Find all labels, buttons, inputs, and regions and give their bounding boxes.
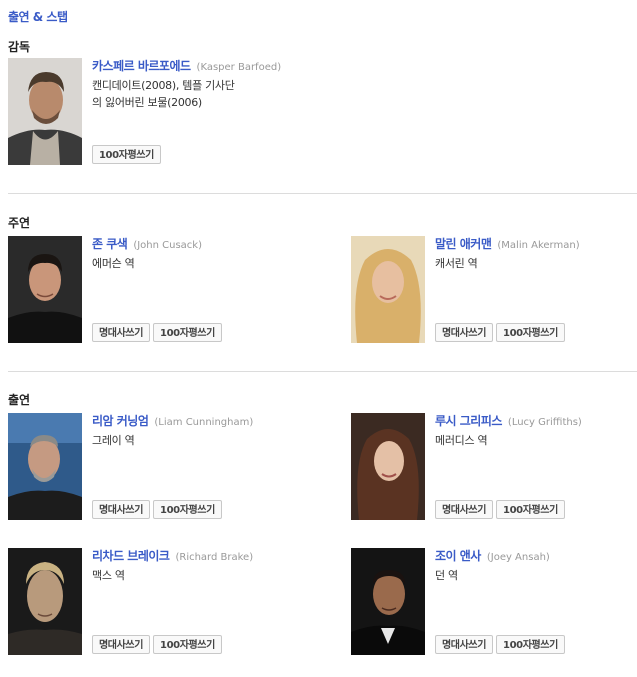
- actor-name-en: (Liam Cunningham): [154, 417, 254, 428]
- actor-role: 캐서린 역: [435, 257, 478, 270]
- write-quote-button[interactable]: 명대사쓰기: [435, 635, 494, 654]
- person-card-richard-brake: 리차드 브레이크 (Richard Brake) 맥스 역 명대사쓰기 100자평쓰…: [8, 548, 298, 658]
- write-quote-button[interactable]: 명대사쓰기: [92, 500, 151, 519]
- actor-name[interactable]: 리암 커닝엄: [92, 414, 149, 428]
- actor-photo[interactable]: [351, 236, 425, 343]
- actor-photo[interactable]: [8, 548, 82, 655]
- actor-name[interactable]: 존 쿠색: [92, 237, 128, 251]
- director-group-label: 감독: [8, 40, 31, 54]
- person-card-lucy-griffiths: 루시 그리피스 (Lucy Griffiths) 메러디스 역 명대사쓰기 100자…: [351, 413, 637, 523]
- actor-photo[interactable]: [351, 413, 425, 520]
- actor-role: 맥스 역: [92, 569, 125, 582]
- write-review-button[interactable]: 100자평쓰기: [153, 323, 222, 342]
- actor-name-en: (Joey Ansah): [486, 552, 550, 563]
- actor-role: 에머슨 역: [92, 257, 135, 270]
- actor-name-en: (John Cusack): [133, 240, 202, 251]
- director-filmography-line-1: 캔디데이트(2008), 템플 기사단: [92, 79, 235, 92]
- director-photo[interactable]: [8, 58, 82, 165]
- write-quote-button[interactable]: 명대사쓰기: [92, 635, 151, 654]
- write-review-button[interactable]: 100자평쓰기: [496, 500, 565, 519]
- actor-photo[interactable]: [8, 236, 82, 343]
- write-review-button[interactable]: 100자평쓰기: [153, 635, 222, 654]
- person-card-malin-akerman: 말린 애커맨 (Malin Akerman) 캐서린 역 명대사쓰기 100자평쓰기: [351, 236, 637, 346]
- write-review-button[interactable]: 100자평쓰기: [496, 635, 565, 654]
- divider: [8, 193, 637, 194]
- actor-role: 그레이 역: [92, 434, 135, 447]
- write-review-button[interactable]: 100자평쓰기: [496, 323, 565, 342]
- director-filmography-line-2: 의 잃어버린 보물(2006): [92, 96, 202, 109]
- director-card: 카스페르 바르포에드 (Kasper Barfoed) 캔디데이트(2008), …: [8, 58, 368, 168]
- actor-role: 메러디스 역: [435, 434, 488, 447]
- person-card-john-cusack: 존 쿠색 (John Cusack) 에머슨 역 명대사쓰기 100자평쓰기: [8, 236, 298, 346]
- actor-name[interactable]: 루시 그리피스: [435, 414, 502, 428]
- actor-name-en: (Richard Brake): [175, 552, 254, 563]
- write-quote-button[interactable]: 명대사쓰기: [435, 500, 494, 519]
- actor-name-en: (Malin Akerman): [497, 240, 580, 251]
- actor-name[interactable]: 말린 애커맨: [435, 237, 492, 251]
- actor-name[interactable]: 조이 앤사: [435, 549, 481, 563]
- write-quote-button[interactable]: 명대사쓰기: [92, 323, 151, 342]
- lead-group-label: 주연: [8, 216, 31, 230]
- director-name-en: (Kasper Barfoed): [196, 62, 282, 73]
- cast-group-label: 출연: [8, 393, 31, 407]
- write-review-button[interactable]: 100자평쓰기: [153, 500, 222, 519]
- actor-name-en: (Lucy Griffiths): [507, 417, 582, 428]
- director-name[interactable]: 카스페르 바르포에드: [92, 59, 191, 73]
- actor-name[interactable]: 리차드 브레이크: [92, 549, 170, 563]
- write-quote-button[interactable]: 명대사쓰기: [435, 323, 494, 342]
- actor-photo[interactable]: [8, 413, 82, 520]
- divider: [8, 371, 637, 372]
- person-card-joey-ansah: 조이 앤사 (Joey Ansah) 던 역 명대사쓰기 100자평쓰기: [351, 548, 637, 658]
- write-review-button[interactable]: 100자평쓰기: [92, 145, 161, 164]
- actor-role: 던 역: [435, 569, 458, 582]
- actor-photo[interactable]: [351, 548, 425, 655]
- person-card-liam-cunningham: 리암 커닝엄 (Liam Cunningham) 그레이 역 명대사쓰기 100자평…: [8, 413, 298, 523]
- section-title: 출연 & 스탭: [8, 10, 68, 24]
